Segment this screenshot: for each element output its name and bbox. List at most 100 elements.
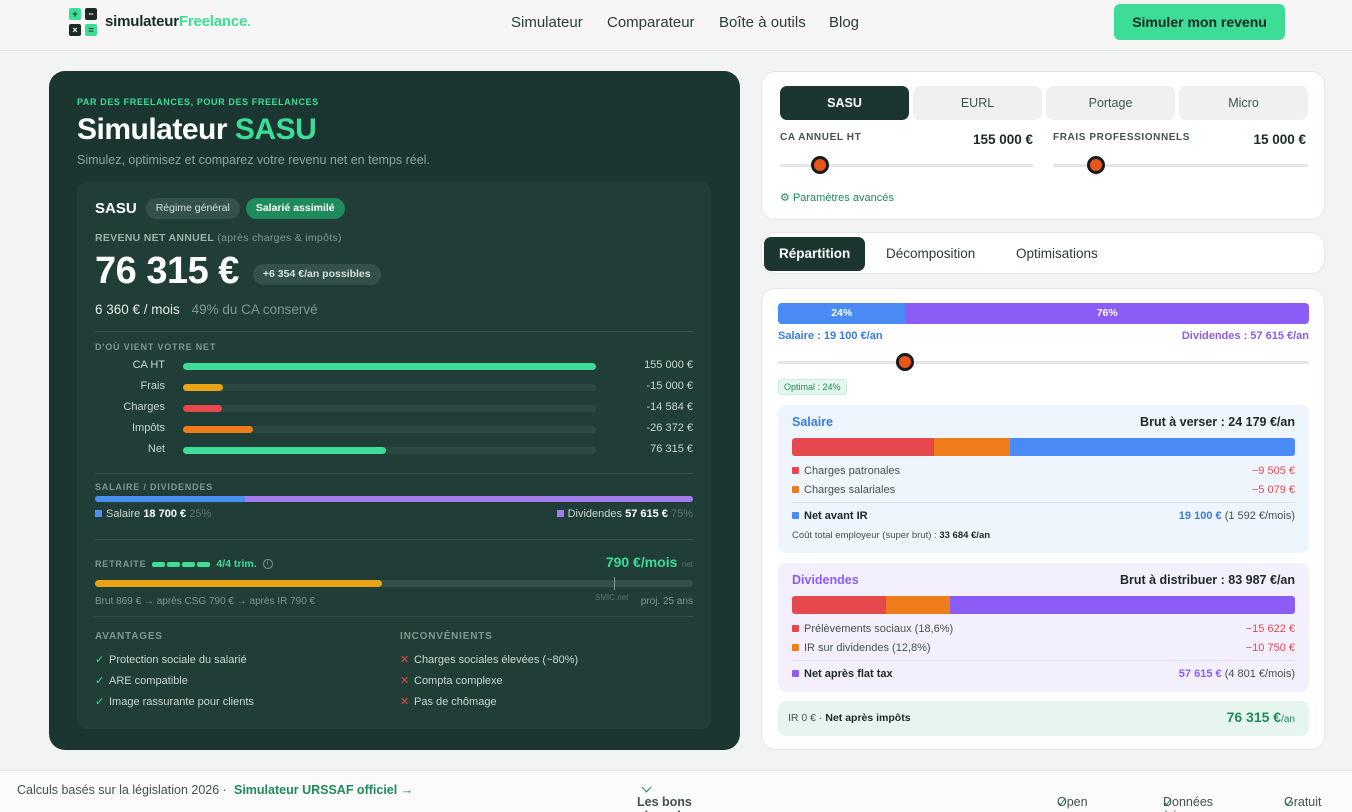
ca-slider[interactable]: [780, 156, 1033, 174]
hero-panel: PAR DES FREELANCES, POUR DES FREELANCES …: [49, 71, 740, 750]
salary-section: Salaire Brut à verser : 24 179 €/an Char…: [778, 405, 1309, 553]
source-bar: [183, 384, 224, 391]
pro-item: ✓ ARE compatible: [95, 675, 188, 687]
net-flat-tax-line: Net après flat tax 57 615 € (4 801 €/mois…: [792, 668, 1295, 680]
source-row: Impôts -26 372 €: [95, 422, 693, 436]
source-bar: [183, 447, 387, 454]
frais-slider[interactable]: [1053, 156, 1308, 174]
nav-simulateur[interactable]: Simulateur: [511, 14, 583, 31]
retraite-header: RETRAITE 4/4 trim. i: [95, 558, 273, 570]
footer-legal: Calculs basés sur la législation 2026 ·: [17, 783, 227, 797]
divider: [792, 660, 1295, 661]
source-label: CA HT: [132, 359, 165, 371]
optimal-badge: Optimal : 24%: [778, 379, 847, 395]
pros-title: AVANTAGES: [95, 631, 163, 642]
advanced-settings-link[interactable]: ⚙ Paramètres avancés: [780, 191, 894, 204]
status-tab-sasu[interactable]: SASU: [780, 86, 909, 120]
net-amount: 76 315 €: [95, 250, 239, 292]
prelevements-sociaux-line: Prélèvements sociaux (18,6%) −15 622 €: [792, 623, 1295, 635]
ca-value: 155 000 €: [972, 132, 1033, 147]
frais-slider-handle[interactable]: [1087, 156, 1106, 174]
simulate-income-button[interactable]: Simuler mon revenu: [1114, 4, 1285, 40]
source-track: [183, 363, 596, 370]
status-tab-portage[interactable]: Portage: [1046, 86, 1175, 120]
source-bar: [183, 405, 222, 412]
brand-name[interactable]: simulateurFreelance.: [105, 13, 250, 30]
ratio-dividend-segment: 76%: [1096, 307, 1118, 319]
source-label: Frais: [140, 380, 165, 392]
tab-optimisations[interactable]: Optimisations: [1001, 237, 1113, 271]
source-value: -26 372 €: [646, 422, 693, 434]
smic-marker: [614, 577, 615, 590]
total-value: 76 315 €/an: [1226, 709, 1295, 725]
cons-title: INCONVÉNIENTS: [400, 631, 493, 642]
retraite-detail: Brut 869 € → après CSG 790 € → après IR …: [95, 596, 316, 607]
total-label: IR 0 € · Net après impôts: [788, 712, 911, 724]
source-value: 76 315 €: [650, 443, 693, 455]
hero-eyebrow: PAR DES FREELANCES, POUR DES FREELANCES: [77, 97, 319, 107]
source-track: [183, 426, 596, 433]
charges-patronales-line: Charges patronales −9 505 €: [792, 465, 1295, 477]
sources-title: D'OÙ VIENT VOTRE NET: [95, 342, 217, 352]
ratio-salary-segment: 24%: [778, 303, 906, 324]
tab-repartition[interactable]: Répartition: [764, 237, 866, 271]
divider: [95, 616, 693, 617]
ratio-bar: 24% 76%: [778, 303, 1309, 324]
source-value: -14 584 €: [646, 401, 693, 413]
net-avant-ir-line: Net avant IR 19 100 € (1 592 €/mois): [792, 510, 1295, 522]
urssaf-link[interactable]: Simulateur URSSAF officiel →: [234, 783, 413, 797]
source-value: -15 000 €: [646, 380, 693, 392]
ca-slider-handle[interactable]: [811, 156, 830, 174]
nav-comparateur[interactable]: Comparateur: [607, 14, 695, 31]
salary-stack-bar: [792, 438, 1295, 456]
tab-decomposition[interactable]: Décomposition: [871, 237, 990, 271]
con-item: ✕ Pas de chômage: [400, 696, 497, 708]
logo-icon[interactable]: + − × =: [69, 8, 98, 36]
retraite-projection: proj. 25 ans: [640, 596, 693, 607]
divider: [792, 502, 1295, 503]
salary-brut: Brut à verser : 24 179 €/an: [1140, 415, 1295, 429]
ratio-slider-handle[interactable]: [896, 353, 915, 371]
smic-label: SMIC net: [595, 593, 629, 602]
retraite-amount: 790 €/mois net: [605, 554, 693, 570]
split-dividend-legend: Dividendes 57 615 € 75%: [524, 508, 693, 520]
cross-icon: ✕: [400, 654, 410, 666]
nav-blog[interactable]: Blog: [829, 14, 859, 31]
frais-label: FRAIS PROFESSIONNELS: [1053, 132, 1191, 143]
source-value: 155 000 €: [644, 359, 693, 371]
source-row: Charges -14 584 €: [95, 401, 693, 415]
top-header: + − × = simulateurFreelance. Simulateur …: [0, 0, 1352, 51]
check-icon: ✓: [95, 675, 105, 687]
status-tab-eurl[interactable]: EURL: [913, 86, 1042, 120]
source-track: [183, 405, 596, 412]
nav-boite-a-outils[interactable]: Boîte à outils: [719, 14, 806, 31]
trimester-indicator: [152, 561, 211, 567]
dividend-section: Dividendes Brut à distribuer : 83 987 €/…: [778, 563, 1309, 692]
retraite-bar: [95, 577, 693, 590]
divider: [95, 539, 693, 540]
source-label: Impôts: [131, 422, 165, 434]
status-tab-micro[interactable]: Micro: [1179, 86, 1308, 120]
con-item: ✕ Compta complexe: [400, 675, 503, 687]
info-icon[interactable]: i: [262, 559, 273, 569]
monthly-net: 6 360 € / mois: [95, 302, 180, 317]
con-item: ✕ Charges sociales élevées (~80%): [400, 654, 579, 666]
frais-value: 15 000 €: [1253, 132, 1306, 147]
kept-ratio: 49% du CA conservé: [191, 302, 318, 317]
chevron-down-icon: [641, 782, 652, 793]
source-bar: [183, 363, 596, 370]
split-bar: [95, 496, 693, 502]
summary-card: SASU Régime général Salarié assimilé REV…: [77, 182, 711, 729]
dividend-amount: Dividendes : 57 615 €/an: [1181, 330, 1309, 342]
employer-cost: Coût total employeur (super brut) : 33 6…: [792, 530, 991, 541]
deals-dropdown[interactable]: Les bons plans du freelance: [637, 782, 692, 812]
cross-icon: ✕: [400, 675, 410, 687]
split-title: SALAIRE / DIVIDENDES: [95, 482, 214, 492]
source-label: Charges: [123, 401, 165, 413]
check-icon: ✓: [95, 654, 105, 666]
footer: Calculs basés sur la législation 2026 · …: [0, 770, 1352, 812]
source-row: Frais -15 000 €: [95, 380, 693, 394]
ratio-slider[interactable]: [778, 353, 1309, 371]
source-row: CA HT 155 000 €: [95, 359, 693, 373]
net-label: REVENU NET ANNUEL (après charges & impôt…: [95, 232, 342, 244]
